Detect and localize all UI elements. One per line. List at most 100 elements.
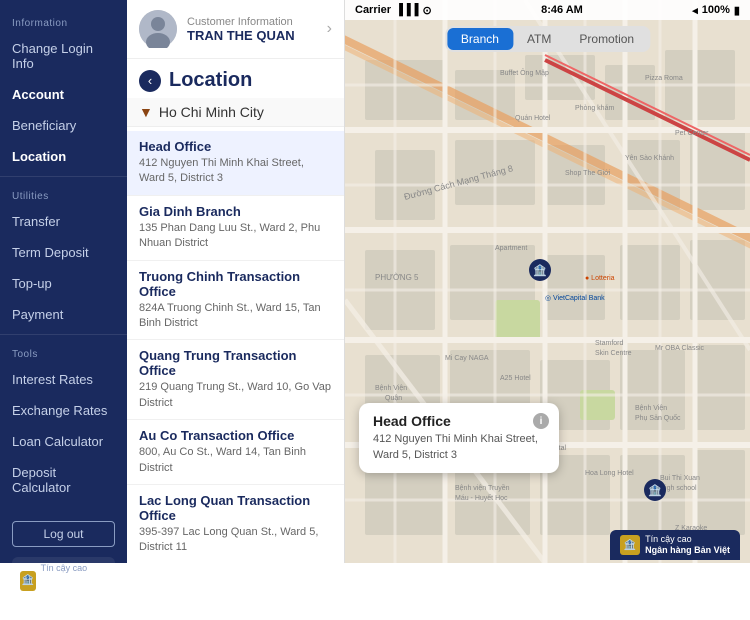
sidebar-item-exchange-rates[interactable]: Exchange Rates [0,395,127,426]
sidebar-item-change-login-info[interactable]: Change Login Info [0,33,127,79]
branch-name-0: Head Office [139,139,332,154]
status-bar: Carrier ▐▐▐ ⊙ 8:46 AM ◂ 100% ▮ [345,0,750,20]
branch-item-3[interactable]: Quang Trung Transaction Office 219 Quang… [127,340,344,420]
branch-name-1: Gia Dinh Branch [139,204,332,219]
map-tabs: Branch ATM Promotion [445,26,650,52]
branch-item-1[interactable]: Gia Dinh Branch 135 Phan Dang Luu St., W… [127,196,344,261]
branch-address-4: 800, Au Co St., Ward 14, Tan Binh Distri… [139,445,332,476]
sidebar-item-beneficiary[interactable]: Beneficiary [0,110,127,141]
sidebar-item-loan-calculator[interactable]: Loan Calculator [0,426,127,457]
bottom-bar: 🏦 Tín cậy cao Ngân hàng Bản Việt [345,527,750,563]
sidebar-bank-logo: 🏦 Tín cậy cao Ngân hàng Bản Việt [12,557,115,604]
svg-text:Skin Centre: Skin Centre [595,350,632,357]
branch-address-2: 824A Truong Chinh St., Ward 15, Tan Binh… [139,301,332,332]
svg-text:A25 Hotel: A25 Hotel [500,375,531,382]
svg-text:Mr OBA Classic: Mr OBA Classic [655,345,705,352]
svg-text:Quán Hotel: Quán Hotel [515,115,551,122]
branch-address-3: 219 Quang Trung St., Ward 10, Go Vap Dis… [139,380,332,411]
svg-text:Bệnh Viện: Bệnh Viện [375,385,407,392]
branch-name-3: Quang Trung Transaction Office [139,348,332,378]
svg-text:Mi Cay NAGA: Mi Cay NAGA [445,355,489,362]
chevron-right-icon[interactable]: › [327,20,332,38]
map-svg: Đường Cách Mạng Tháng 8 PHƯỜNG 5 Buffet … [345,0,750,563]
bank-name-line1: Tín cậy cao [41,563,107,575]
popup-title: Head Office [373,413,545,429]
location-icon: ◂ [692,4,698,17]
svg-text:● Lotteria: ● Lotteria [585,275,615,282]
sidebar-item-location[interactable]: Location [0,141,127,172]
svg-text:🏦: 🏦 [648,484,662,497]
branch-item-2[interactable]: Truong Chinh Transaction Office 824A Tru… [127,261,344,341]
tab-branch[interactable]: Branch [447,28,513,50]
sidebar-section-utilities: Utilities [0,181,127,206]
branch-item-0[interactable]: Head Office 412 Nguyen Thi Minh Khai Str… [127,131,344,196]
map-popup: Head Office 412 Nguyen Thi Minh Khai Str… [359,403,559,473]
avatar [139,10,177,48]
sidebar-section-information: Information [0,8,127,33]
time-label: 8:46 AM [541,4,583,16]
bank-logo-line2: Ngân hàng Bản Việt [645,545,730,556]
bank-name-line2: Ngân hàng Bản Việt [41,575,107,598]
sidebar-section-tools: Tools [0,339,127,364]
customer-info-name: TRAN THE QUAN [187,28,327,43]
sidebar: Information Change Login Info Account Be… [0,0,127,563]
sidebar-footer: Log out 🏦 Tín cậy cao Ngân hàng Bản Việt [0,511,127,620]
svg-text:Bui Thi Xuan: Bui Thi Xuan [660,475,700,482]
branch-address-5: 395-397 Lac Long Quan St., Ward 5, Distr… [139,525,332,556]
sidebar-item-transfer[interactable]: Transfer [0,206,127,237]
svg-text:Apartment: Apartment [495,245,527,252]
sidebar-item-term-deposit[interactable]: Term Deposit [0,237,127,268]
svg-text:Buffet Ông Mập: Buffet Ông Mập [500,68,549,77]
avatar-icon [139,10,177,48]
battery-icon: ▮ [734,4,740,17]
signal-icon: ▐▐▐ [395,4,418,16]
middle-panel: Customer Information TRAN THE QUAN › ‹ L… [127,0,345,563]
city-dropdown-icon: ▼ [139,104,153,120]
svg-text:Hoa Long Hotel: Hoa Long Hotel [585,470,634,477]
bank-logo-icon: 🏦 [620,535,640,555]
customer-header: Customer Information TRAN THE QUAN › [127,0,344,59]
tab-promotion[interactable]: Promotion [565,28,648,50]
branch-list: Head Office 412 Nguyen Thi Minh Khai Str… [127,127,344,563]
carrier-label: Carrier [355,4,391,16]
sidebar-item-account[interactable]: Account [0,79,127,110]
bank-icon: 🏦 [20,571,36,591]
branch-name-5: Lac Long Quan Transaction Office [139,493,332,523]
branch-name-4: Au Co Transaction Office [139,428,332,443]
svg-text:Yên Sào Khánh: Yên Sào Khánh [625,155,674,162]
branch-address-1: 135 Phan Dang Luu St., Ward 2, Phu Nhuan… [139,221,332,252]
bank-logo-bottom: 🏦 Tín cậy cao Ngân hàng Bản Việt [610,530,740,560]
map-panel: Carrier ▐▐▐ ⊙ 8:46 AM ◂ 100% ▮ Branch AT… [345,0,750,563]
tab-atm[interactable]: ATM [513,28,565,50]
customer-info-title: Customer Information [187,16,327,28]
svg-text:Quận: Quận [385,395,402,402]
branch-address-0: 412 Nguyen Thi Minh Khai Street, Ward 5,… [139,156,332,187]
branch-item-4[interactable]: Au Co Transaction Office 800, Au Co St.,… [127,420,344,485]
branch-item-5[interactable]: Lac Long Quan Transaction Office 395-397… [127,485,344,563]
sidebar-item-deposit-calculator[interactable]: Deposit Calculator [0,457,127,503]
city-selector[interactable]: ▼ Ho Chi Minh City [127,98,344,127]
battery-label: 100% [702,4,730,16]
svg-text:Bệnh Viện: Bệnh Viện [635,405,667,412]
branch-name-2: Truong Chinh Transaction Office [139,269,332,299]
bank-logo-line1: Tín cậy cao [645,534,730,545]
sidebar-item-top-up[interactable]: Top-up [0,268,127,299]
info-icon[interactable]: i [533,413,549,429]
svg-text:🏦: 🏦 [533,264,547,277]
location-back-button[interactable]: ‹ [139,70,161,92]
svg-text:Pet Center: Pet Center [675,130,709,137]
city-name: Ho Chi Minh City [159,104,264,120]
sidebar-item-payment[interactable]: Payment [0,299,127,330]
svg-text:PHƯỜNG 5: PHƯỜNG 5 [375,273,419,282]
svg-text:Bệnh viện Truyền: Bệnh viện Truyền [455,483,510,492]
svg-text:Phụ Sản Quốc: Phụ Sản Quốc [635,413,681,422]
svg-text:Máu - Huyết Học: Máu - Huyết Học [455,493,508,502]
svg-text:◎ VietCapital Bank: ◎ VietCapital Bank [545,295,605,302]
svg-text:Phòng khám: Phòng khám [575,105,614,112]
sidebar-item-interest-rates[interactable]: Interest Rates [0,364,127,395]
logout-button[interactable]: Log out [12,521,115,547]
popup-address: 412 Nguyen Thi Minh Khai Street, Ward 5,… [373,432,545,463]
map-background: Đường Cách Mạng Tháng 8 PHƯỜNG 5 Buffet … [345,0,750,563]
location-header: ‹ Location [127,59,344,98]
svg-text:Stamford: Stamford [595,340,624,347]
